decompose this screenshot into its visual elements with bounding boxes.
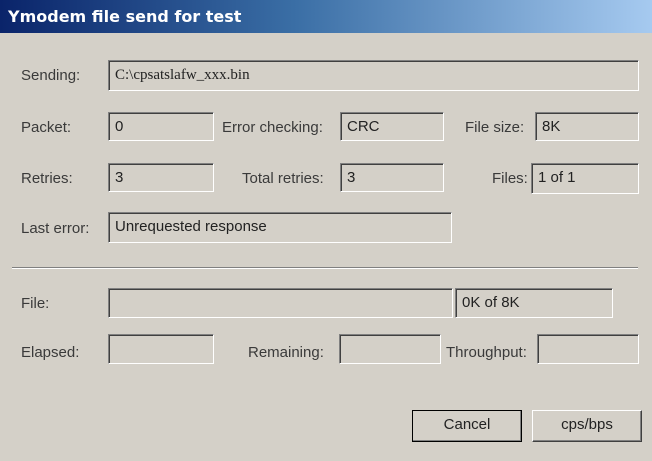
sending-path-field: C:\cpsatslafw_xxx.bin [108,60,639,91]
ymodem-dialog: Ymodem file send for test Sending: C:\cp… [0,0,652,461]
file-size-field: 8K [535,112,639,141]
elapsed-field [108,334,214,364]
file-progress-bar [108,288,453,318]
throughput-field [537,334,639,364]
total-retries-label: Total retries: [242,170,324,187]
file-progress-status: 0K of 8K [455,288,613,318]
remaining-label: Remaining: [248,344,324,361]
window-title: Ymodem file send for test [8,7,242,26]
title-bar[interactable]: Ymodem file send for test [0,0,652,33]
file-size-label: File size: [465,119,525,136]
retries-field: 3 [108,163,214,192]
last-error-label: Last error: [21,220,90,237]
total-retries-field: 3 [340,163,444,192]
packet-label: Packet: [21,119,72,136]
sending-label: Sending: [21,67,81,84]
section-divider [12,267,638,269]
throughput-label: Throughput: [446,344,527,361]
files-field: 1 of 1 [531,163,639,194]
retries-label: Retries: [21,170,73,187]
elapsed-label: Elapsed: [21,344,80,361]
error-checking-label: Error checking: [222,119,323,136]
file-label: File: [21,295,50,312]
error-checking-field: CRC [340,112,444,141]
packet-field: 0 [108,112,214,141]
cancel-button[interactable]: Cancel [412,410,522,442]
remaining-field [339,334,441,364]
cps-bps-button[interactable]: cps/bps [532,410,642,442]
last-error-field: Unrequested response [108,212,452,243]
files-label: Files: [492,170,528,187]
